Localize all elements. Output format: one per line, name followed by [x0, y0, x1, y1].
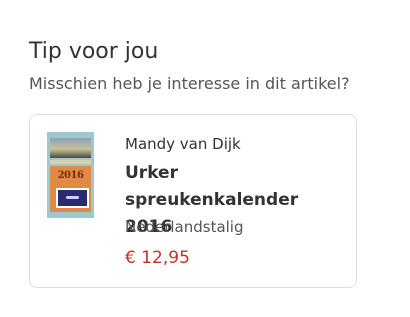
section-title: Tip voor jou — [29, 39, 159, 64]
product-cover-image[interactable]: 2016 — [47, 132, 94, 218]
cover-band — [50, 160, 91, 164]
product-language: Nederlandstalig — [125, 218, 244, 236]
cover-plate-image — [56, 188, 89, 208]
product-price: € 12,95 — [125, 248, 190, 268]
cover-year: 2016 — [57, 170, 84, 181]
cover-photo — [50, 138, 91, 158]
cover-lower-panel: 2016 — [50, 166, 91, 212]
section-subtitle: Misschien heb je interesse in dit artike… — [29, 74, 350, 93]
product-author[interactable]: Mandy van Dijk — [125, 134, 241, 154]
product-card[interactable]: 2016 Mandy van Dijk Urker spreukenkalend… — [29, 114, 357, 288]
